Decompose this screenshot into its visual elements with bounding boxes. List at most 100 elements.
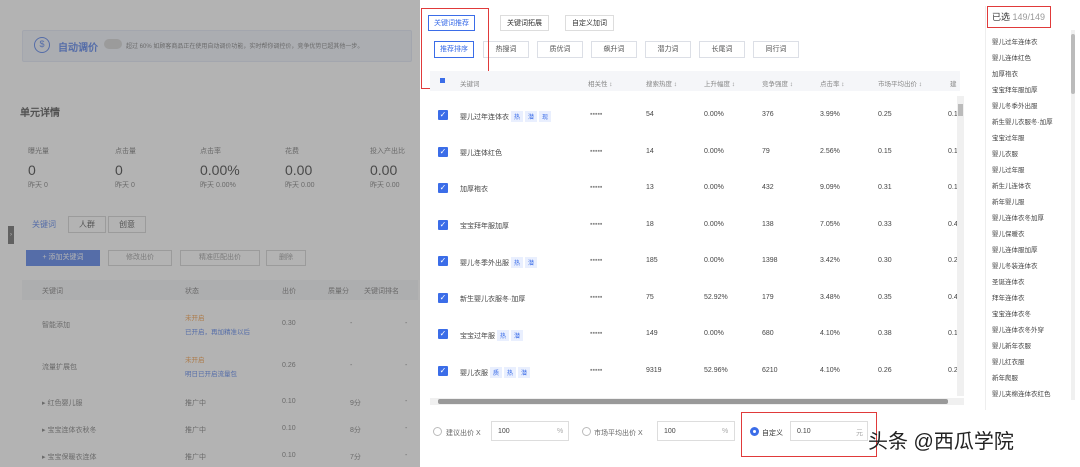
hdr-rise[interactable]: 上升幅度 ↕ (704, 78, 735, 88)
selected-item[interactable]: 宝宝过年服 (992, 132, 1025, 142)
selected-item[interactable]: 婴儿连体红色 (992, 52, 1031, 62)
selected-item[interactable]: 新年婴儿服 (992, 196, 1025, 206)
row-competition: 79 (762, 148, 770, 155)
selected-item[interactable]: 婴儿连体衣冬加厚 (992, 212, 1044, 222)
row-avg-bid: 0.15 (878, 148, 892, 155)
subtab-quality[interactable]: 质优词 (537, 41, 583, 58)
row-heat: 9319 (646, 367, 662, 374)
row-relevance: ▪▪▪▪▪ (590, 330, 603, 337)
selected-item[interactable]: 婴儿衣服 (992, 148, 1018, 158)
selected-item[interactable]: 拜年连体衣 (992, 292, 1025, 302)
selected-item[interactable]: 婴儿过年连体衣 (992, 36, 1038, 46)
row-bid[interactable]: 0.26 (282, 362, 296, 369)
row-bid[interactable]: 0.10 (282, 452, 296, 459)
row-bid[interactable]: 0.10 (282, 425, 296, 432)
selected-item[interactable]: 婴儿保暖衣 (992, 228, 1025, 238)
tab-crowd[interactable]: 人群 (68, 216, 106, 233)
stat-sub: 昨天 0.00% (200, 182, 236, 189)
tab-keyword-expand[interactable]: 关键词拓展 (500, 15, 549, 31)
add-keyword-button[interactable]: + 添加关键词 (26, 250, 100, 266)
row-competition: 680 (762, 330, 774, 337)
row-hint[interactable]: 已开启，再加精准以后 (185, 326, 250, 336)
row-checkbox[interactable]: ✓ (438, 329, 448, 339)
subtab-potential[interactable]: 潜力词 (645, 41, 691, 58)
subtab-hot[interactable]: 热搜词 (483, 41, 529, 58)
row-checkbox[interactable]: ✓ (438, 147, 448, 157)
hdr-relevance[interactable]: 相关性 ↕ (588, 78, 613, 88)
col-rank: 关键词排名 (364, 288, 399, 295)
radio-market-avg[interactable] (582, 427, 591, 436)
radio-suggest-bid[interactable] (433, 427, 442, 436)
auto-bid-icon: $ (34, 37, 50, 53)
selected-item[interactable]: 宝宝拜年服加厚 (992, 84, 1038, 94)
row-rank: - (405, 398, 408, 405)
auto-bid-toggle[interactable] (104, 39, 122, 49)
row-checkbox[interactable]: ✓ (438, 293, 448, 303)
selected-item[interactable]: 加厚袍衣 (992, 68, 1018, 78)
selected-item[interactable]: 婴儿冬季外出服 (992, 100, 1038, 110)
tab-creative[interactable]: 创意 (108, 216, 146, 233)
row-rise: 0.00% (704, 257, 724, 264)
tag-quality: 质 (490, 367, 503, 378)
delete-button[interactable]: 删除 (266, 250, 306, 266)
row-checkbox[interactable]: ✓ (438, 110, 448, 120)
row-keyword: 智能添加 (42, 322, 70, 329)
row-keyword: ▸ 宝宝保暖衣连体 (42, 454, 97, 461)
selected-item[interactable]: 宝宝连体衣冬 (992, 308, 1031, 318)
row-status: 推广中 (185, 427, 206, 434)
row-bid[interactable]: 0.30 (282, 320, 296, 327)
selected-item[interactable]: 新生儿连体衣 (992, 180, 1031, 190)
selected-item[interactable]: 婴儿连体衣冬外穿 (992, 324, 1044, 334)
selected-item[interactable]: 婴儿连体服加厚 (992, 244, 1038, 254)
exact-match-bid-button[interactable]: 精准匹配出价 (180, 250, 260, 266)
row-heat: 13 (646, 184, 654, 191)
hdr-avg-bid[interactable]: 市场平均出价 ↕ (878, 78, 922, 88)
table-vertical-thumb[interactable] (958, 104, 963, 116)
selected-item[interactable]: 圣诞连体衣 (992, 276, 1025, 286)
row-checkbox[interactable]: ✓ (438, 256, 448, 266)
row-hint[interactable]: 明日已开启流量包 (185, 368, 237, 378)
auto-bid-label: 自动调价 (58, 43, 98, 54)
row-bid[interactable]: 0.10 (282, 398, 296, 405)
subtab-peer[interactable]: 同行词 (753, 41, 799, 58)
stat-label: 曝光量 (28, 148, 49, 155)
subtab-rising[interactable]: 飙升词 (591, 41, 637, 58)
hdr-competition[interactable]: 竞争强度 ↕ (762, 78, 793, 88)
hdr-ctr[interactable]: 点击率 ↕ (820, 78, 845, 88)
selected-item[interactable]: 新生婴儿衣服冬·加厚 (992, 116, 1053, 126)
tag-hot: 热 (511, 111, 524, 122)
row-status: 未开启 (185, 315, 205, 322)
stat-sub: 昨天 0 (115, 182, 135, 189)
keyword-table-header (22, 280, 418, 300)
tab-keywords[interactable]: 关键词 (32, 219, 56, 230)
unit-title: 单元详情 (20, 108, 60, 119)
selected-item[interactable]: 婴儿夹棉连体衣红色 (992, 388, 1051, 398)
selected-item[interactable]: 婴儿红衣服 (992, 356, 1025, 366)
selected-item[interactable]: 婴儿冬装连体衣 (992, 260, 1038, 270)
opt-market-label: 市场平均出价 X (594, 430, 643, 437)
row-checkbox[interactable]: ✓ (438, 183, 448, 193)
row-heat: 149 (646, 330, 658, 337)
row-avg-bid: 0.30 (878, 257, 892, 264)
table-horizontal-thumb[interactable] (438, 399, 948, 404)
selected-scrollbar-thumb[interactable] (1071, 34, 1075, 94)
row-competition: 376 (762, 111, 774, 118)
selected-item[interactable]: 婴儿新年衣服 (992, 340, 1031, 350)
hdr-heat[interactable]: 搜索热度 ↕ (646, 78, 677, 88)
row-rise: 0.00% (704, 330, 724, 337)
row-rise: 0.00% (704, 221, 724, 228)
row-quality: - (350, 362, 353, 369)
table-vertical-scrollbar[interactable] (957, 96, 964, 396)
selected-item[interactable]: 婴儿过年服 (992, 164, 1025, 174)
tab-custom-keyword[interactable]: 自定义加词 (565, 15, 614, 31)
collapse-handle[interactable]: › (8, 226, 14, 244)
row-status: 未开启 (185, 357, 205, 364)
selected-item[interactable]: 新年爬服 (992, 372, 1018, 382)
modify-bid-button[interactable]: 修改出价 (108, 250, 172, 266)
row-checkbox[interactable]: ✓ (438, 220, 448, 230)
row-checkbox[interactable]: ✓ (438, 366, 448, 376)
row-rank: - (405, 425, 408, 432)
subtab-longtail[interactable]: 长尾词 (699, 41, 745, 58)
row-keyword: 加厚袍衣 (460, 186, 488, 193)
select-all-checkbox[interactable] (440, 78, 445, 83)
